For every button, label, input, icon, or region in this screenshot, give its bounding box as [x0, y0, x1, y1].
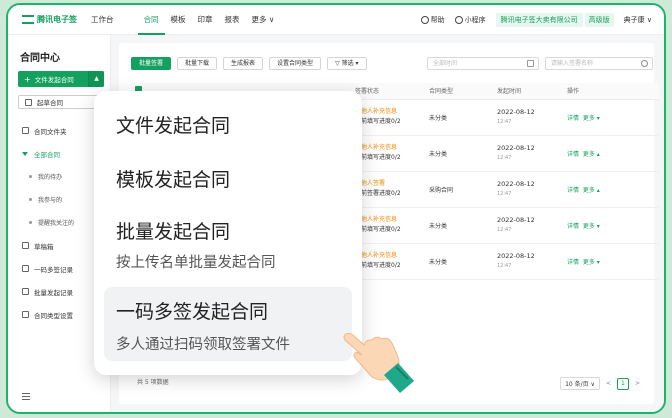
qrcode-icon	[22, 265, 29, 272]
top-nav: 腾讯电子签 工作台 合同 模板 印章 报表 更多 ∨ 帮助 小程序 腾讯电子签大…	[8, 5, 664, 35]
user-menu[interactable]: 典子康 ∨	[624, 15, 652, 25]
caret-up-icon[interactable]: ▲	[88, 71, 104, 87]
detail-link[interactable]: 详情	[567, 115, 579, 122]
detail-link[interactable]: 详情	[567, 151, 579, 158]
prev-page-icon[interactable]: <	[606, 380, 611, 387]
miniapp-icon	[454, 16, 463, 24]
bullet-icon	[29, 198, 32, 201]
nav-seal[interactable]: 印章	[192, 5, 219, 35]
toolbar: 批量签署 批量下载 生成报表 设置合同类型 ▽ 筛选 ▾	[131, 57, 367, 70]
page-size-select[interactable]: 10 条/页 ∨	[560, 377, 600, 390]
actions-cell: 详情 更多 ▾	[563, 207, 659, 244]
page-number[interactable]: 1	[616, 377, 629, 390]
search-input[interactable]: 请输入签署名称	[545, 57, 653, 70]
type-cell: 采购合同	[425, 171, 493, 208]
miniapp-link[interactable]: 小程序	[454, 15, 486, 25]
menu-item-template-start[interactable]: 模板发起合同	[116, 165, 230, 192]
calendar-icon	[527, 60, 534, 67]
bullet-icon	[29, 175, 32, 178]
search-icon	[641, 60, 648, 67]
actions-cell: 详情 更多 ▾	[563, 99, 659, 136]
type-cell: 未分类	[425, 135, 493, 172]
generate-report-button[interactable]: 生成报表	[223, 57, 264, 70]
draft-contract-button[interactable]: 起草合同	[18, 95, 104, 109]
status-cell: 待他人补充信息 当前填写进度0/2	[351, 99, 425, 136]
more-link[interactable]: 更多 ▴	[583, 187, 600, 194]
set-contract-type-button[interactable]: 设置合同类型	[269, 57, 322, 70]
more-link[interactable]: 更多 ▾	[583, 223, 600, 230]
settings-icon	[22, 311, 29, 318]
workbench-link[interactable]: 工作台	[91, 14, 114, 25]
pagination: 10 条/页 ∨ < 1 >	[560, 377, 640, 390]
menu-item-batch-start[interactable]: 批量发起合同	[116, 217, 230, 244]
nav-contract[interactable]: 合同	[137, 5, 165, 35]
menu-collapse-icon[interactable]	[22, 393, 30, 400]
logo-text: 腾讯电子签	[37, 15, 77, 24]
date-cell: 2022-08-12 12:47	[493, 207, 563, 244]
plus-icon: +	[24, 74, 31, 84]
batch-sign-button[interactable]: 批量签署	[131, 57, 172, 70]
status-cell: 待他人补充信息 当前填写进度0/2	[351, 135, 425, 172]
detail-link[interactable]: 详情	[567, 259, 579, 266]
start-contract-menu: 文件发起合同 模板发起合同 批量发起合同 按上传名单批量发起合同 一码多签发起合…	[94, 91, 362, 375]
company-switch[interactable]: 腾讯电子签大卖有限公司	[495, 13, 583, 27]
nav-right: 帮助 小程序 腾讯电子签大卖有限公司 高级版 典子康 ∨	[420, 5, 652, 35]
date-cell: 2022-08-12 12:47	[493, 135, 563, 172]
detail-link[interactable]: 详情	[567, 223, 579, 230]
actions-cell: 详情 更多 ▴	[563, 171, 659, 208]
actions-cell: 详情 更多 ▴	[563, 135, 659, 172]
batch-icon	[22, 288, 29, 295]
logo[interactable]: 腾讯电子签	[22, 14, 77, 25]
start-contract-button[interactable]: + 文件发起合同 ▲	[18, 71, 104, 87]
more-link[interactable]: 更多 ▾	[583, 115, 600, 122]
date-cell: 2022-08-12 12:47	[493, 243, 563, 280]
folder-icon	[22, 127, 29, 134]
menu-item-qr-desc: 多人通过扫码领取签署文件	[116, 337, 290, 353]
pointing-hand-icon	[343, 332, 414, 393]
menu-item-qr-start[interactable]: 一码多签发起合同	[116, 297, 268, 324]
help-link[interactable]: 帮助	[420, 15, 445, 25]
detail-link[interactable]: 详情	[567, 187, 579, 194]
actions-cell: 详情 更多 ▾	[563, 243, 659, 280]
type-cell: 未分类	[425, 207, 493, 244]
status-cell: 待他人补充信息 当前填写进度0/2	[351, 243, 425, 280]
status-cell: 待他人补充信息 当前填写进度0/2	[351, 207, 425, 244]
app-window: 腾讯电子签 工作台 合同 模板 印章 报表 更多 ∨ 帮助 小程序 腾讯电子签大…	[6, 3, 666, 414]
col-status: 签署状态	[351, 83, 425, 100]
date-cell: 2022-08-12 12:47	[493, 99, 563, 136]
status-cell: 待他人签署 当前签署进度0/2	[351, 171, 425, 208]
next-page-icon[interactable]: >	[635, 380, 640, 387]
document-icon	[25, 98, 32, 106]
time-filter[interactable]: 全部时间	[427, 57, 539, 70]
col-date: 发起时间	[493, 83, 563, 100]
menu-item-batch-desc: 按上传名单批量发起合同	[116, 255, 276, 271]
nav-more[interactable]: 更多 ∨	[246, 5, 281, 35]
more-link[interactable]: 更多 ▴	[583, 151, 600, 158]
type-cell: 未分类	[425, 243, 493, 280]
main-nav: 合同 模板 印章 报表 更多 ∨	[137, 5, 281, 35]
batch-download-button[interactable]: 批量下载	[177, 57, 218, 70]
menu-item-file-start[interactable]: 文件发起合同	[116, 111, 230, 138]
nav-template[interactable]: 模板	[165, 5, 192, 35]
drafts-icon	[22, 242, 29, 249]
date-cell: 2022-08-12 12:47	[493, 171, 563, 208]
col-type: 合同类型	[425, 83, 493, 100]
bullet-icon	[29, 221, 32, 224]
filter-button[interactable]: ▽ 筛选 ▾	[327, 57, 367, 70]
help-icon	[420, 16, 429, 24]
nav-report[interactable]: 报表	[219, 5, 246, 35]
col-actions: 操作	[563, 83, 659, 100]
caret-down-icon	[22, 151, 28, 156]
type-cell: 未分类	[425, 99, 493, 136]
sidebar-title: 合同中心	[20, 53, 60, 64]
record-count: 共 5 项数据	[137, 379, 169, 386]
edition-badge: 高级版	[584, 13, 614, 27]
logo-icon	[22, 15, 34, 24]
more-link[interactable]: 更多 ▾	[583, 259, 600, 266]
